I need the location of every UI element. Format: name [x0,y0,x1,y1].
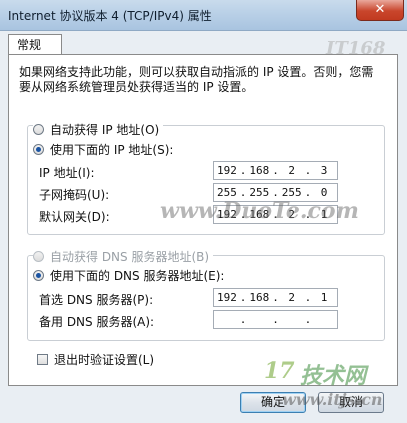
window-title: Internet 协议版本 4 (TCP/IPv4) 属性 [8,9,212,23]
ip-address-label: IP 地址(I): [39,166,95,180]
validate-on-exit-option[interactable]: 退出时验证设置(L) [37,351,154,368]
octet: 3 [320,164,328,177]
intro-text: 如果网络支持此功能，则可以获取自动指派的 IP 设置。否则，您需要从网络系统管理… [19,65,374,94]
octet: 168 [249,291,270,304]
close-icon: ✕ [374,2,386,17]
close-button[interactable]: ✕ [356,0,404,21]
ip-manual-label: 使用下面的 IP 地址(S): [50,143,174,157]
tab-bar: 常规 [6,32,400,55]
ip-auto-label: 自动获得 IP 地址(O) [50,123,160,137]
octet: 0 [320,186,328,199]
octet: 2 [288,208,296,221]
octet: 2 [288,291,296,304]
general-panel: 如果网络支持此功能，则可以获取自动指派的 IP 设置。否则，您需要从网络系统管理… [8,54,398,386]
cancel-button[interactable]: 取消 [318,392,384,413]
octet: 192 [216,164,237,177]
preferred-dns-field[interactable]: 192. 168. 2. 1 [213,288,338,307]
dns-auto-radio[interactable] [33,251,44,262]
alternate-dns-label: 备用 DNS 服务器(A): [39,315,155,329]
octet: 1 [320,208,328,221]
ip-manual-radio[interactable] [33,144,44,155]
subnet-mask-field[interactable]: 255. 255. 255. 0 [213,183,338,202]
dns-manual-radio[interactable] [33,270,44,281]
tab-general[interactable]: 常规 [8,34,62,55]
octet: 255 [249,186,270,199]
ip-auto-option[interactable]: 自动获得 IP 地址(O) [33,121,164,138]
title-bar: Internet 协议版本 4 (TCP/IPv4) 属性 ✕ [0,0,407,31]
gateway-field[interactable]: 192. 168. 2. 1 [213,205,338,224]
octet: 255 [281,186,302,199]
octet: 168 [249,208,270,221]
dns-auto-label: 自动获得 DNS 服务器地址(B) [50,250,210,264]
subnet-mask-label: 子网掩码(U): [39,188,110,202]
ip-manual-option[interactable]: 使用下面的 IP 地址(S): [33,141,178,158]
octet: 192 [216,208,237,221]
dns-auto-option[interactable]: 自动获得 DNS 服务器地址(B) [33,248,214,265]
gateway-label: 默认网关(D): [39,210,110,224]
alternate-dns-field[interactable]: . . . [213,310,338,329]
ip-address-field[interactable]: 192. 168. 2. 3 [213,161,338,180]
dns-manual-option[interactable]: 使用下面的 DNS 服务器地址(E): [33,267,229,284]
octet: 2 [288,164,296,177]
octet: 192 [216,291,237,304]
octet: 168 [249,164,270,177]
octet: 255 [216,186,237,199]
octet: 1 [320,291,328,304]
ip-auto-radio[interactable] [33,124,44,135]
validate-on-exit-label: 退出时验证设置(L) [54,353,155,367]
dns-manual-label: 使用下面的 DNS 服务器地址(E): [50,269,225,283]
preferred-dns-label: 首选 DNS 服务器(P): [39,293,154,307]
ok-button[interactable]: 确定 [240,392,306,413]
validate-on-exit-checkbox[interactable] [37,354,48,365]
